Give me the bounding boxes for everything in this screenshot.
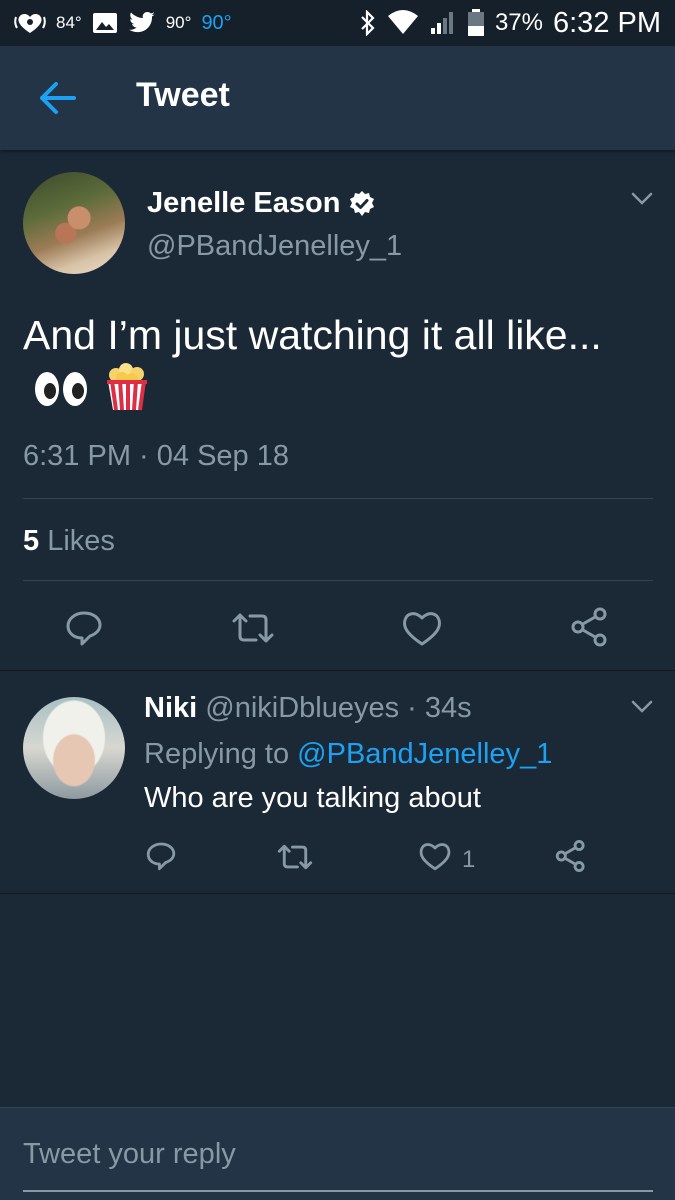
author-handle[interactable]: @PBandJenelley_1	[147, 230, 402, 263]
reply-icon	[145, 840, 177, 879]
likes-number: 5	[23, 525, 40, 557]
reply-button[interactable]	[64, 608, 104, 655]
share-icon	[554, 839, 588, 880]
page-title: Tweet	[136, 76, 230, 114]
author-avatar[interactable]	[23, 172, 125, 274]
temp-reading-3: 90°	[201, 11, 232, 34]
heart-icon	[418, 840, 452, 879]
reply-text: Who are you talking about	[144, 782, 481, 814]
reply-like-count: 1	[462, 845, 476, 873]
tweet-actions	[0, 598, 675, 658]
likes-label: Likes	[47, 525, 115, 557]
image-icon	[92, 11, 118, 35]
reply-share-button[interactable]	[554, 839, 588, 880]
chevron-down-icon	[631, 192, 653, 210]
reply-retweet-button[interactable]	[276, 842, 314, 879]
main-tweet: Jenelle Eason @PBandJenelley_1 And I’m j…	[0, 150, 675, 671]
verified-badge-icon	[348, 190, 376, 218]
reply-composer	[0, 1107, 675, 1200]
likes-count[interactable]: 5 Likes	[23, 525, 115, 558]
tweet-timestamp: 6:31 PM · 04 Sep 18	[23, 440, 289, 472]
app-header: Tweet	[0, 46, 675, 150]
retweet-button[interactable]	[230, 610, 276, 653]
iheartradio-icon	[14, 11, 46, 35]
reply-tweet[interactable]: Niki @nikiDblueyes · 34s Replying to @PB…	[0, 672, 675, 894]
popcorn-emoji-icon	[104, 363, 150, 425]
replying-mention-link[interactable]: @PBandJenelley_1	[297, 738, 552, 770]
author-name: Jenelle Eason	[147, 187, 341, 219]
divider	[23, 498, 653, 499]
reply-like-button[interactable]: 1	[418, 840, 475, 879]
reply-avatar[interactable]	[23, 697, 125, 799]
eyes-emoji-icon	[33, 368, 89, 423]
replying-prefix: Replying to	[144, 738, 290, 770]
input-underline	[23, 1190, 653, 1192]
retweet-icon	[276, 842, 314, 879]
battery-icon	[467, 9, 485, 37]
tweet-text: And I’m just watching it all like...	[23, 308, 643, 425]
temp-reading-2: 90°	[165, 13, 192, 32]
reply-menu-button[interactable]	[631, 700, 653, 719]
bluetooth-icon	[359, 10, 377, 36]
reply-header: Niki @nikiDblueyes · 34s	[144, 692, 472, 725]
reply-icon	[64, 608, 104, 655]
share-icon	[569, 606, 611, 655]
like-button[interactable]	[401, 608, 443, 655]
temp-reading: 84°	[56, 13, 82, 32]
share-button[interactable]	[569, 606, 611, 655]
reply-input[interactable]	[23, 1138, 653, 1171]
replying-to: Replying to @PBandJenelley_1	[144, 738, 552, 771]
author-name-row[interactable]: Jenelle Eason	[147, 187, 376, 220]
tweet-menu-button[interactable]	[631, 192, 653, 211]
reply-author-name[interactable]: Niki	[144, 692, 197, 724]
reply-age: · 34s	[407, 692, 472, 724]
retweet-icon	[230, 610, 276, 653]
back-arrow-icon	[36, 80, 76, 121]
clock-time: 6:32 PM	[553, 6, 661, 39]
wifi-icon	[387, 10, 419, 36]
twitter-bird-icon	[128, 11, 156, 35]
battery-percent: 37%	[494, 9, 543, 36]
reply-reply-button[interactable]	[145, 840, 177, 879]
tweet-text-body: And I’m just watching it all like...	[23, 312, 602, 358]
back-button[interactable]	[34, 80, 78, 120]
status-bar: 84° 90° 90° 37% 6:32 PM	[0, 0, 675, 46]
reply-author-handle[interactable]: @nikiDblueyes	[205, 692, 399, 724]
divider	[23, 580, 653, 581]
heart-icon	[401, 608, 443, 655]
chevron-down-icon	[631, 700, 653, 718]
signal-icon	[429, 10, 457, 36]
